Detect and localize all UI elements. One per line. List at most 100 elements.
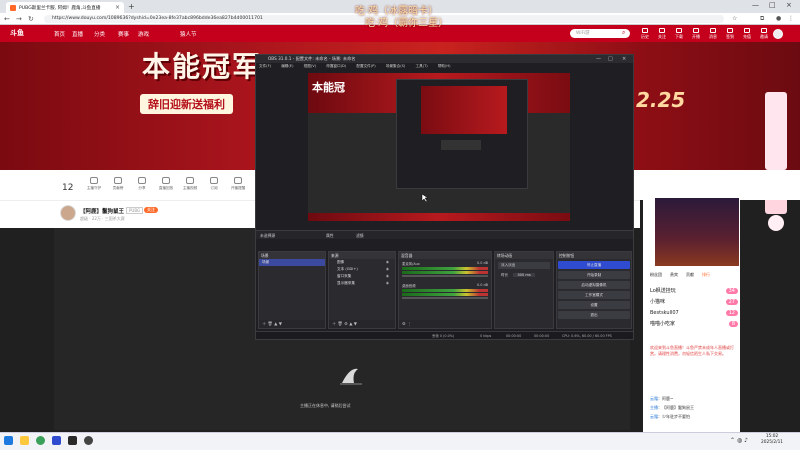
forward-button[interactable]: →	[16, 15, 22, 23]
banner-subline[interactable]: 辞旧迎新送福利	[140, 94, 233, 114]
browser-tab[interactable]: PUBG斯里兰卡服, 阿姆！鹿角,斗鱼直播 ×	[6, 2, 124, 13]
rank-row[interactable]: 小猫咪 27	[650, 296, 738, 307]
nav-live[interactable]: 直播	[72, 30, 83, 38]
tab-contribution[interactable]: 贡献	[686, 272, 694, 279]
sidebar-promo-image[interactable]	[655, 198, 739, 266]
host-name[interactable]: 【阿鹿】鬣狗鼠王	[80, 207, 124, 215]
source-item[interactable]: 显示器采集 ◉	[329, 280, 395, 287]
search-icon[interactable]: ⌕	[622, 29, 625, 37]
recharge-button[interactable]: 充值	[741, 28, 753, 40]
visibility-eye-icon[interactable]: ◉	[386, 273, 389, 280]
obs-menu-edit[interactable]: 编辑(E)	[281, 64, 293, 68]
anchor-share[interactable]: 分享	[130, 177, 154, 191]
rank-row[interactable]: Bestskull07 12	[650, 307, 738, 318]
minimize-button[interactable]: —	[752, 1, 759, 9]
obs-preview[interactable]: 本能冠	[308, 73, 570, 221]
anchor-replay[interactable]: 直播回放	[154, 177, 178, 191]
transition-type-select[interactable]: 淡入淡出	[498, 262, 550, 269]
source-item[interactable]: 窗口采集 ◉	[329, 273, 395, 280]
follow-button[interactable]: 关注	[656, 28, 668, 40]
anchor-rank[interactable]: 贡献榜	[106, 177, 130, 191]
studio-mode-button[interactable]: 工作室模式	[558, 291, 630, 299]
floating-promo-column[interactable]	[765, 92, 787, 170]
follow-button[interactable]: 关注	[144, 207, 158, 213]
nav-events[interactable]: 赛事	[118, 30, 129, 38]
anchor-remind[interactable]: 开播提醒	[226, 177, 250, 191]
chat-system-notice: 欢迎来到斗鱼直播！斗鱼严禁未成年人直播或打赏。请理性消费，勿轻信陌生人私下交易。	[650, 345, 734, 356]
douyu-logo[interactable]: 斗鱼	[10, 28, 24, 38]
steam-icon[interactable]	[68, 436, 77, 445]
obs-taskbar-icon[interactable]	[84, 436, 93, 445]
visibility-eye-icon[interactable]: ◉	[386, 280, 389, 287]
obs-menu-view[interactable]: 视图(V)	[304, 64, 316, 68]
extensions-icon[interactable]: ⧉	[760, 15, 764, 23]
tab-ranking[interactable]: 排行	[702, 272, 710, 279]
close-tab-icon[interactable]: ×	[115, 4, 120, 11]
system-clock[interactable]: 15:02 2025/2/11	[761, 434, 783, 446]
volume-slider[interactable]	[402, 297, 488, 299]
chrome-icon[interactable]	[36, 436, 45, 445]
obs-menu-tools[interactable]: 工具(T)	[416, 64, 428, 68]
checkin-button[interactable]: 签到	[724, 28, 736, 40]
settings-button[interactable]: 设置	[558, 301, 630, 309]
anchor-subscribe[interactable]: 订阅	[202, 177, 226, 191]
obs-close-button[interactable]: ×	[622, 55, 626, 63]
visibility-eye-icon[interactable]: ◉	[386, 266, 389, 273]
stop-streaming-button[interactable]: 停止直播	[558, 261, 630, 269]
windows-start-icon[interactable]	[4, 436, 13, 445]
host-game-tag[interactable]: PUBG	[126, 207, 144, 214]
scene-item[interactable]: 场景	[259, 259, 325, 266]
nav-home[interactable]: 首页	[54, 30, 65, 38]
menu-dots-icon[interactable]: ⋮	[788, 15, 794, 23]
obs-maximize-button[interactable]: □	[608, 55, 613, 63]
messages-button[interactable]: 消息	[707, 28, 719, 40]
bookmark-star-icon[interactable]: ☆	[732, 15, 737, 23]
start-virtual-camera-button[interactable]: 启动虚拟摄像机	[558, 281, 630, 289]
golive-button[interactable]: 开播	[690, 28, 702, 40]
search-input[interactable]: WiFi游	[570, 29, 630, 38]
tab-vip[interactable]: 贵宾	[670, 272, 678, 279]
nav-games[interactable]: 游戏	[138, 30, 149, 38]
obs-menu-help[interactable]: 帮助(H)	[438, 64, 451, 68]
invite-button[interactable]: 邀请	[758, 28, 770, 40]
visibility-eye-icon[interactable]: ◉	[386, 259, 389, 266]
floating-promo-badge[interactable]	[768, 215, 784, 231]
profile-icon[interactable]: ●	[776, 15, 781, 23]
duration-input[interactable]: 300 ms	[513, 273, 535, 277]
tray-icons[interactable]: ⌃ ◍ ♪	[730, 437, 748, 444]
obs-title-bar[interactable]: OBS 31.0.1 - 配置文件: 未命名 - 场景: 未命名 — □ ×	[256, 55, 633, 63]
file-explorer-icon[interactable]	[20, 436, 29, 445]
rank-row[interactable]: Lo枫送挂玩 34	[650, 285, 738, 296]
back-button[interactable]: ←	[4, 15, 10, 23]
host-avatar[interactable]	[60, 205, 76, 221]
history-button[interactable]: 历史	[639, 28, 651, 40]
rank-row[interactable]: 喵喵小吃家 8	[650, 318, 738, 329]
exit-button[interactable]: 退出	[558, 311, 630, 319]
obs-menu-docks[interactable]: 停靠窗口(D)	[326, 64, 346, 68]
start-recording-button[interactable]: 开始录制	[558, 271, 630, 279]
volume-slider[interactable]	[402, 275, 488, 277]
download-button[interactable]: 下载	[673, 28, 685, 40]
tab-fans[interactable]: 粉丝团	[650, 272, 662, 279]
source-item[interactable]: 图像 ◉	[329, 259, 395, 266]
new-tab-button[interactable]: +	[128, 3, 135, 11]
close-window-button[interactable]: ×	[786, 1, 792, 9]
reload-button[interactable]: ↻	[28, 15, 34, 23]
maximize-button[interactable]: □	[769, 1, 776, 9]
user-avatar[interactable]	[773, 29, 783, 39]
heart-icon	[659, 28, 665, 33]
source-item[interactable]: 文本 (GDI+) ◉	[329, 266, 395, 273]
obs-menu-profile[interactable]: 配置文件(P)	[356, 64, 375, 68]
anchor-guard[interactable]: 主播守护	[82, 177, 106, 191]
mixer-channel-label: 麦克风/Aux 0.0 dB	[402, 261, 488, 266]
properties-button[interactable]: 属性	[326, 233, 334, 239]
obs-menu-file[interactable]: 文件(F)	[259, 64, 271, 68]
edge-icon[interactable]	[52, 436, 61, 445]
obs-minimize-button[interactable]: —	[596, 55, 601, 63]
anchor-videos[interactable]: 主播视频	[178, 177, 202, 191]
nav-category[interactable]: 分类	[94, 30, 105, 38]
obs-window[interactable]: OBS 31.0.1 - 配置文件: 未命名 - 场景: 未命名 — □ × 文…	[255, 54, 634, 340]
obs-menu-scenecollection[interactable]: 场景集合(S)	[386, 64, 405, 68]
filters-button[interactable]: 滤镜	[356, 233, 364, 239]
nav-festival[interactable]: 猿人节	[180, 30, 197, 38]
